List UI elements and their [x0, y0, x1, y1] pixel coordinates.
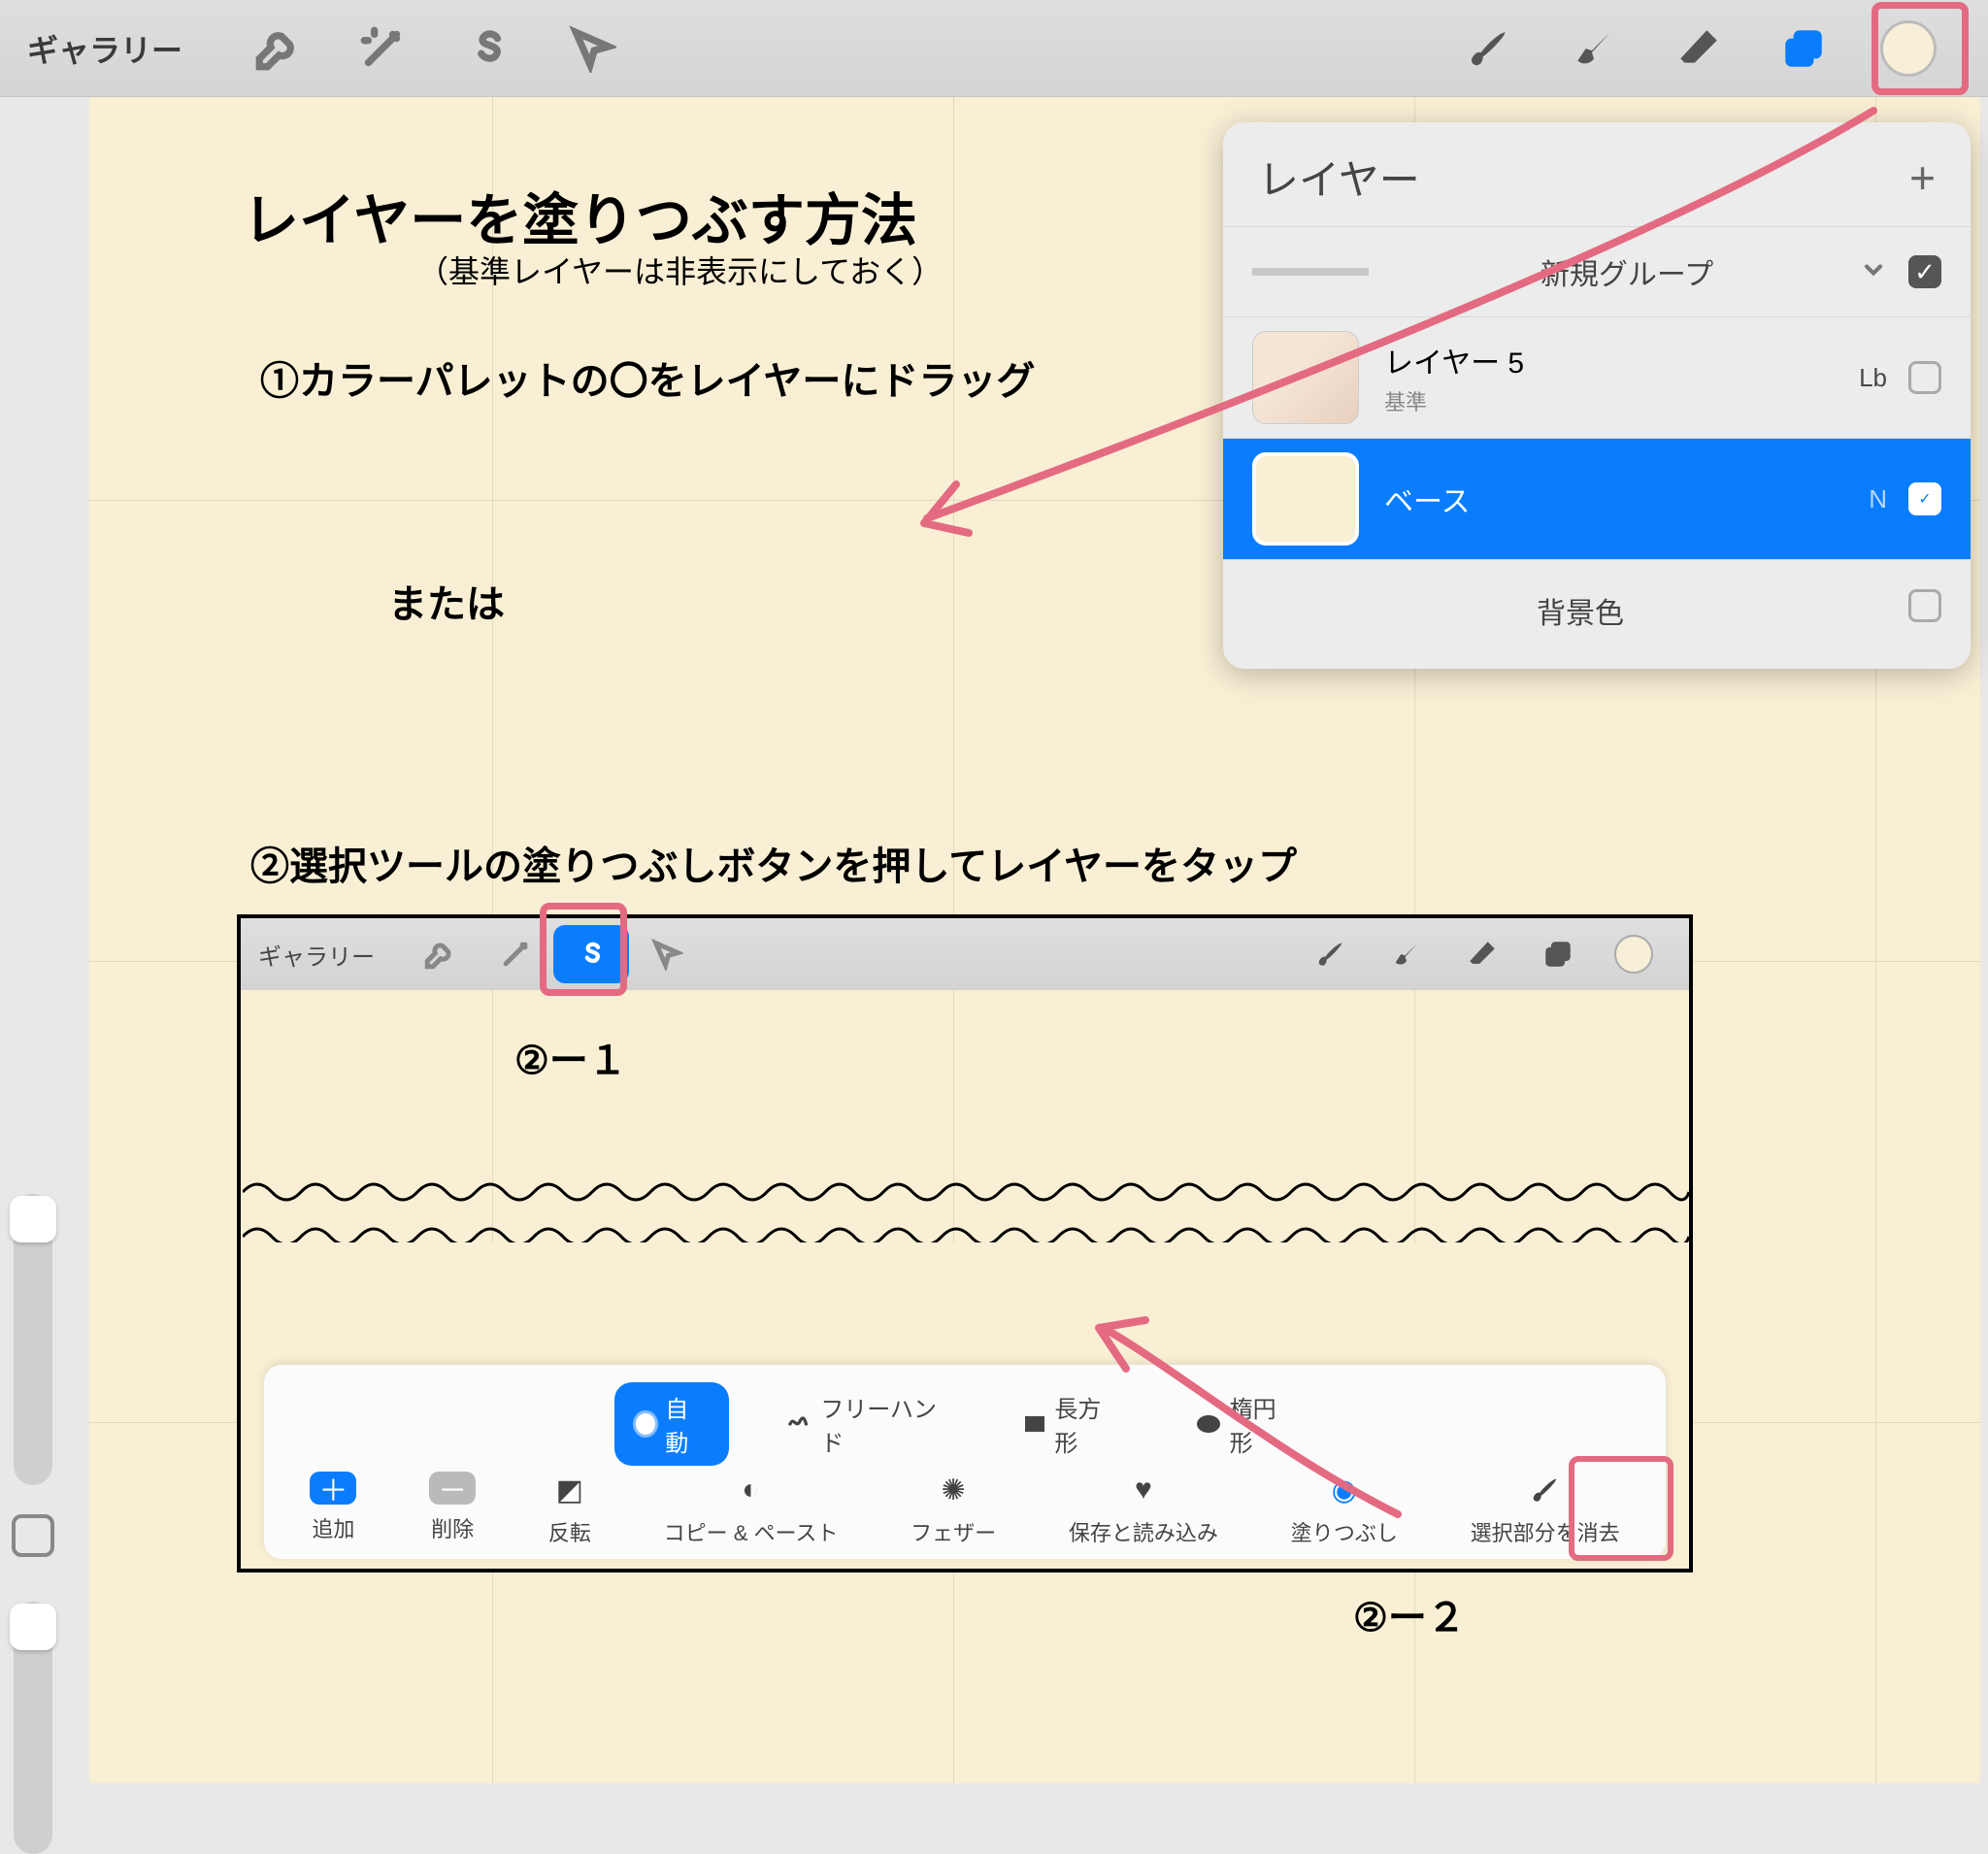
chevron-down-icon[interactable] [1860, 256, 1887, 288]
selection-mode-segment: 自動 フリーハンド 長方形 楕円形 [614, 1382, 1315, 1466]
mini-eraser-icon[interactable] [1444, 925, 1520, 983]
color-picker-button[interactable] [1856, 0, 1961, 97]
background-visibility-checkbox[interactable] [1908, 589, 1941, 622]
mini-screenshot-bottom: 自動 フリーハンド 長方形 楕円形 ＋追加 －削除 ◩反転 ◐コピー & ペース… [237, 1242, 1693, 1573]
step-2-2-label: ②ー２ [1353, 1586, 1466, 1642]
action-fill-button[interactable]: ◉塗りつぶし [1291, 1472, 1398, 1547]
or-text: または [388, 573, 505, 629]
seg-rectangle-button[interactable]: 長方形 [1004, 1382, 1141, 1466]
add-layer-button[interactable]: + [1909, 151, 1936, 204]
layer-group-row[interactable]: 新規グループ ✓ [1223, 226, 1971, 316]
brush-size-slider[interactable] [14, 1194, 52, 1485]
transform-cursor-icon[interactable] [540, 0, 645, 97]
eraser-icon[interactable] [1646, 0, 1751, 97]
mini-cursor-icon[interactable] [629, 925, 705, 983]
selection-actions-row: ＋追加 －削除 ◩反転 ◐コピー & ペースト ✺フェザー ♥保存と読み込み ◉… [264, 1472, 1666, 1547]
layer-name-label: レイヤー 5 [1384, 339, 1838, 381]
group-name-label: 新規グループ [1394, 250, 1860, 293]
layer-row-layer5[interactable]: レイヤー 5 基準 Lb [1223, 316, 1971, 438]
actions-wrench-icon[interactable] [225, 0, 330, 97]
group-visibility-checkbox[interactable]: ✓ [1908, 255, 1941, 288]
action-feather-button[interactable]: ✺フェザー [911, 1472, 996, 1547]
action-copy-button[interactable]: ◐コピー & ペースト [664, 1472, 839, 1547]
layers-panel-title: レイヤー [1258, 148, 1420, 207]
layer-row-base[interactable]: ベース N ✓ [1223, 438, 1971, 559]
layer-thumbnail [1252, 331, 1359, 424]
action-add-button[interactable]: ＋追加 [310, 1472, 356, 1547]
mini-smudge-icon[interactable] [1369, 925, 1444, 983]
seg-ellipse-button[interactable]: 楕円形 [1176, 1382, 1315, 1466]
seg-auto-button[interactable]: 自動 [614, 1382, 729, 1466]
layer-blend-label: Lb [1838, 363, 1908, 393]
gallery-button[interactable]: ギャラリー [27, 26, 182, 71]
wavy-divider [243, 1173, 1689, 1211]
background-layer-row[interactable]: 背景色 [1223, 559, 1971, 661]
page-subtitle: （基準レイヤーは非表示にしておく） [417, 248, 943, 292]
group-indicator [1252, 268, 1369, 276]
step-2-text: ②選択ツールの塗りつぶしボタンを押してレイヤーをタップ [250, 835, 1415, 891]
page-title: レイヤーを塗りつぶす方法 [243, 175, 917, 256]
mini-brush-icon[interactable] [1293, 925, 1369, 983]
smudge-icon[interactable] [1541, 0, 1646, 97]
mini-selection-icon[interactable] [553, 925, 629, 983]
left-sliders-rail [0, 97, 89, 1783]
action-save-button[interactable]: ♥保存と読み込み [1069, 1472, 1218, 1547]
step-1-text: ①カラーパレットの〇をレイヤーにドラッグ [260, 349, 1035, 406]
seg-freehand-button[interactable]: フリーハンド [764, 1382, 969, 1466]
mini-wand-icon[interactable] [478, 925, 553, 983]
background-label: 背景色 [1252, 589, 1908, 632]
brush-opacity-slider[interactable] [14, 1602, 52, 1854]
base-visibility-checkbox[interactable]: ✓ [1908, 482, 1941, 515]
mini-wrench-icon[interactable] [402, 925, 478, 983]
layer-thumbnail [1252, 452, 1359, 546]
action-clear-button[interactable]: 選択部分を消去 [1471, 1472, 1620, 1547]
mini-color-button[interactable] [1596, 925, 1672, 983]
brush-icon[interactable] [1437, 0, 1541, 97]
top-toolbar: ギャラリー [0, 0, 1988, 97]
action-remove-button[interactable]: －削除 [429, 1472, 476, 1547]
layer-blend-label: N [1847, 484, 1908, 514]
layer-reference-label: 基準 [1384, 385, 1838, 416]
adjustments-wand-icon[interactable] [330, 0, 435, 97]
layer-name-label: ベース [1384, 478, 1847, 520]
action-invert-button[interactable]: ◩反転 [548, 1472, 591, 1547]
layers-icon[interactable] [1751, 0, 1856, 97]
selection-s-icon[interactable] [435, 0, 540, 97]
modify-button[interactable] [12, 1514, 54, 1557]
mini-layers-icon[interactable] [1520, 925, 1596, 983]
selection-bottom-panel: 自動 フリーハンド 長方形 楕円形 ＋追加 －削除 ◩反転 ◐コピー & ペース… [264, 1365, 1666, 1559]
layer5-visibility-checkbox[interactable] [1908, 361, 1941, 394]
mini-gallery-button[interactable]: ギャラリー [258, 938, 375, 972]
layers-panel: レイヤー + 新規グループ ✓ レイヤー 5 基準 Lb ベース N ✓ 背景色 [1223, 122, 1971, 669]
